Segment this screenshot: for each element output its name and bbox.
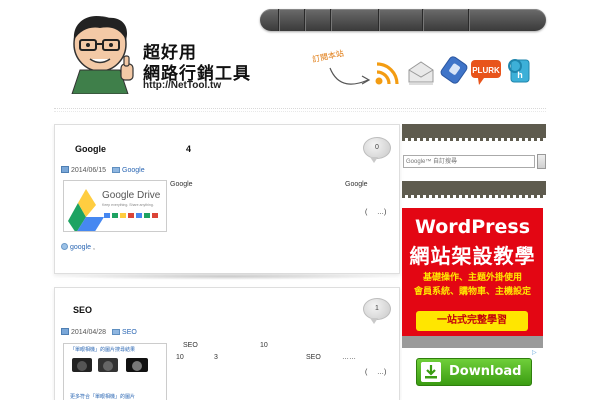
post-excerpt: 10 bbox=[176, 354, 184, 361]
nav-separator bbox=[304, 9, 305, 31]
post-card: SEO 1 2014/04/28 SEO 「單眼相機」的圖片搜尋結果 更多符合「單… bbox=[54, 287, 400, 400]
download-arrow-icon bbox=[421, 362, 441, 382]
post-title[interactable]: SEO bbox=[73, 305, 92, 315]
nav-separator bbox=[278, 9, 279, 31]
read-more-open: ( bbox=[365, 209, 368, 216]
mascot-logo-icon[interactable] bbox=[66, 14, 142, 94]
thumb-subtitle: Keep everything. Share anything. bbox=[102, 203, 154, 207]
hemidemi-icon[interactable]: h bbox=[505, 56, 533, 84]
arrow-icon bbox=[329, 67, 371, 85]
post-tags: google , bbox=[61, 243, 95, 251]
site-url: http://NetTool.tw bbox=[143, 80, 222, 91]
site-header: 超好用 網路行銷工具 http://NetTool.tw 訂閱本站 PLURK … bbox=[0, 0, 600, 108]
post-excerpt: 3 bbox=[214, 354, 218, 361]
post-thumbnail[interactable]: Google Drive Keep everything. Share anyt… bbox=[63, 180, 167, 232]
delicious-icon[interactable] bbox=[440, 56, 468, 84]
post-thumbnail[interactable]: 「單眼相機」的圖片搜尋結果 更多符合「單眼相機」的圖片 bbox=[63, 343, 167, 400]
download-button[interactable]: Download bbox=[416, 358, 532, 386]
plurk-label: PLURK bbox=[472, 66, 500, 75]
post-date: 2014/06/15 bbox=[71, 167, 107, 174]
ad-line3: 基礎操作、主題外掛使用 bbox=[422, 273, 522, 283]
tag-link[interactable]: google bbox=[70, 244, 91, 251]
folder-icon bbox=[112, 167, 121, 173]
post-category-link[interactable]: Google bbox=[122, 167, 145, 174]
folder-icon bbox=[112, 329, 121, 335]
svg-text:h: h bbox=[517, 70, 523, 80]
post-title[interactable]: Google bbox=[75, 144, 106, 154]
post-meta: 2014/06/15 Google bbox=[61, 166, 145, 174]
ad-line2: 網站架設教學 bbox=[409, 244, 536, 268]
post-excerpt: SEO bbox=[306, 354, 321, 361]
search-button[interactable] bbox=[537, 154, 546, 169]
nav-separator bbox=[378, 9, 379, 31]
search-input[interactable] bbox=[403, 155, 535, 168]
post-meta: 2014/04/28 SEO bbox=[61, 328, 137, 336]
tag-icon bbox=[61, 243, 68, 250]
post-excerpt: 10 bbox=[260, 342, 268, 349]
comment-count-bubble[interactable]: 1 bbox=[363, 298, 391, 324]
ad-choices-icon[interactable]: ▷ bbox=[532, 349, 540, 357]
thumb-more-link: 更多符合「單眼相機」的圖片 bbox=[70, 393, 135, 400]
ad-line1: WordPress bbox=[414, 216, 531, 238]
nav-separator bbox=[330, 9, 331, 31]
post-excerpt: Google bbox=[170, 181, 193, 188]
post-title-number[interactable]: 4 bbox=[186, 144, 191, 154]
header-divider bbox=[54, 108, 546, 112]
google-drive-logo-icon: Google Drive Keep everything. Share anyt… bbox=[68, 189, 161, 231]
ad-line4: 會員系統、購物車、主機設定 bbox=[413, 287, 531, 297]
plurk-icon[interactable]: PLURK bbox=[470, 58, 502, 86]
rss-icon[interactable] bbox=[373, 60, 403, 86]
camera-search-image-icon: 「單眼相機」的圖片搜尋結果 更多符合「單眼相機」的圖片 bbox=[70, 346, 148, 400]
sidebar-widget-header bbox=[402, 181, 546, 198]
wordpress-ad-banner[interactable]: WordPress 網站架設教學 基礎操作、主題外掛使用 會員系統、購物車、主機… bbox=[402, 208, 543, 348]
thumb-title: Google Drive bbox=[102, 190, 161, 201]
nav-separator bbox=[468, 9, 469, 31]
download-ad: ▷ Download bbox=[402, 348, 543, 400]
tag-separator: , bbox=[92, 244, 95, 251]
sidebar-widget-header bbox=[402, 124, 546, 141]
download-label: Download bbox=[449, 364, 522, 379]
calendar-icon bbox=[61, 166, 69, 173]
post-date: 2014/04/28 bbox=[71, 329, 107, 336]
read-more-link[interactable]: …) bbox=[377, 209, 386, 216]
mail-icon[interactable] bbox=[407, 58, 435, 86]
ad-bottom-stripe bbox=[402, 336, 543, 348]
post-category-link[interactable]: SEO bbox=[122, 329, 137, 336]
read-more-link[interactable]: …) bbox=[377, 369, 386, 376]
top-navigation-bar[interactable] bbox=[260, 9, 546, 31]
post-excerpt-link[interactable]: SEO bbox=[183, 342, 198, 349]
nav-separator bbox=[422, 9, 423, 31]
calendar-icon bbox=[61, 328, 69, 335]
thumb-caption: 「單眼相機」的圖片搜尋結果 bbox=[70, 346, 135, 353]
post-card: Google 4 0 2014/06/15 Google Google Drive… bbox=[54, 124, 400, 274]
comment-count-bubble[interactable]: 0 bbox=[363, 137, 391, 163]
post-shadow bbox=[60, 273, 394, 280]
ad-cta-button[interactable]: 一站式完整學習 bbox=[416, 311, 528, 331]
post-excerpt: …… bbox=[342, 354, 356, 361]
read-more-open: ( bbox=[365, 369, 368, 376]
post-excerpt-link[interactable]: Google bbox=[345, 181, 368, 188]
